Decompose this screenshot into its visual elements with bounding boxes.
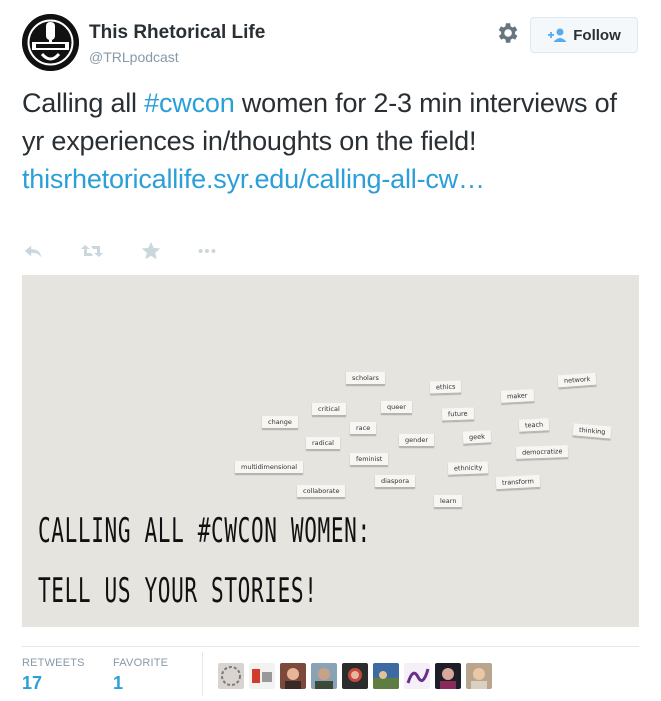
avatar[interactable]	[373, 663, 399, 689]
magnet-word: ethnicity	[447, 461, 489, 476]
avatar[interactable]	[435, 663, 461, 689]
avatar[interactable]	[218, 663, 244, 689]
more-icon[interactable]	[196, 240, 218, 264]
avatar[interactable]	[311, 663, 337, 689]
magnet-word: democratize	[515, 445, 569, 460]
avatar[interactable]	[404, 663, 430, 689]
retweets-count[interactable]: 17	[22, 673, 42, 694]
magnet-word: network	[557, 372, 597, 389]
url-link[interactable]: thisrhetoricallife.syr.edu/calling-all-c…	[22, 164, 485, 194]
magnet-word: learn	[434, 495, 463, 508]
favorites-count[interactable]: 1	[113, 673, 123, 694]
magnet-word: maker	[500, 389, 534, 404]
favorite-icon[interactable]	[140, 240, 162, 264]
account-avatar[interactable]	[22, 14, 79, 71]
reply-icon[interactable]	[22, 240, 44, 264]
avatar[interactable]	[249, 663, 275, 689]
magnet-word: teach	[518, 418, 550, 433]
magnet-word: critical	[312, 403, 346, 416]
divider	[22, 646, 639, 647]
gear-icon[interactable]	[494, 20, 520, 46]
retweet-icon[interactable]	[80, 240, 104, 264]
magnet-word: transform	[495, 474, 541, 491]
tweet-header: This Rhetorical Life @TRLpodcast Follow	[22, 14, 642, 74]
magnet-word: radical	[306, 437, 340, 450]
avatar[interactable]	[466, 663, 492, 689]
retweets-label: RETWEETS	[22, 657, 85, 669]
follow-label: Follow	[573, 26, 621, 44]
magnet-word: thinking	[572, 423, 612, 440]
magnet-word: feminist	[350, 453, 389, 466]
magnet-word: race	[350, 422, 377, 435]
hashtag-link[interactable]: #cwcon	[144, 88, 235, 118]
avatar[interactable]	[342, 663, 368, 689]
magnet-word: scholars	[346, 372, 385, 385]
magnet-word: queer	[381, 401, 412, 414]
magnet-word: future	[441, 407, 474, 422]
tweet-actions	[22, 240, 242, 266]
stats-divider	[202, 652, 203, 696]
magnet-word: change	[262, 416, 298, 429]
image-caption-line1: CALLING ALL #CWCON WOMEN:	[38, 511, 371, 551]
image-caption-line2: TELL US YOUR STORIES!	[38, 571, 318, 611]
add-user-icon	[548, 28, 567, 42]
magnet-word: collaborate	[297, 485, 346, 498]
magnet-word: multidimensional	[235, 461, 304, 474]
favorites-label: FAVORITE	[113, 657, 169, 669]
magnet-word: diaspora	[375, 475, 416, 488]
follow-button[interactable]: Follow	[530, 17, 638, 53]
magnet-word: ethics	[429, 380, 462, 395]
tweet-media-image[interactable]: scholars ethics maker network critical q…	[22, 275, 639, 627]
magnet-word: geek	[462, 430, 492, 445]
magnet-word: gender	[399, 434, 435, 447]
account-handle[interactable]: @TRLpodcast	[89, 49, 179, 65]
avatar[interactable]	[280, 663, 306, 689]
tweet-text: Calling all #cwcon women for 2-3 min int…	[22, 84, 642, 198]
tweet-text-start: Calling all	[22, 88, 145, 118]
favorited-by-avatars	[218, 663, 492, 689]
account-name[interactable]: This Rhetorical Life	[89, 22, 265, 44]
